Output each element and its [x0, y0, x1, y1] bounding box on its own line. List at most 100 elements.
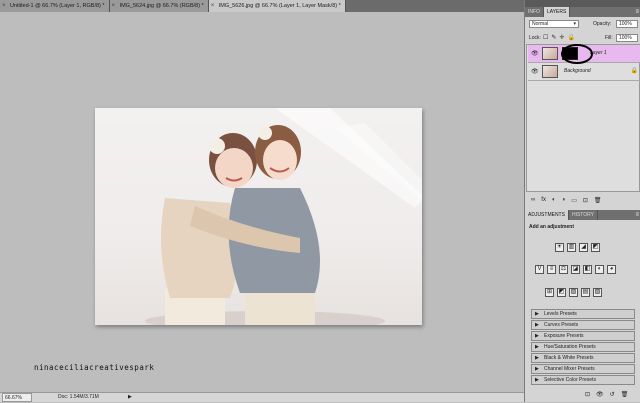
doc-tab-img5626[interactable]: × IMG_5626.jpg @ 66.7% (Layer 1, Layer Ma… — [208, 0, 346, 12]
trash-icon[interactable]: 🗑 — [594, 197, 602, 204]
lock-pixels-icon[interactable]: ✎ — [551, 34, 556, 41]
preset-label: Hue/Saturation Presets — [544, 344, 596, 350]
lock-all-icon[interactable]: 🔒 — [567, 34, 574, 41]
color-balance-icon[interactable]: ⚖ — [559, 265, 568, 274]
tab-layers[interactable]: LAYERS — [543, 7, 571, 17]
new-layer-icon[interactable]: ⊡ — [583, 197, 588, 204]
panel-menu-icon[interactable]: ≡ — [635, 210, 639, 220]
tab-adjustments[interactable]: ADJUSTMENTS — [525, 210, 569, 220]
blend-mode-value: Normal — [532, 21, 549, 27]
fill-label: Fill: — [605, 35, 613, 41]
fill-field[interactable]: 100% — [616, 34, 638, 42]
triangle-right-icon: ▶ — [535, 311, 539, 317]
doc-tab-label: Untitled-1 @ 66.7% (Layer 1, RGB/8) * — [10, 3, 105, 9]
levels-icon[interactable]: ▥ — [567, 243, 576, 252]
adjustments-bottom-bar: ⊡ 👁 ↺ 🗑 — [585, 391, 628, 398]
doc-tab-label: IMG_5624.jpg @ 66.7% (RGB/8) * — [119, 3, 204, 9]
brightness-icon[interactable]: ☀ — [555, 243, 564, 252]
adjustment-icons-row-2: V ≡ ⚖ ◪ ◧ ◐ ◕ — [535, 265, 616, 274]
layers-list: 👁 Layer 1 👁 Background 🔒 — [526, 44, 640, 192]
preset-hue-saturation[interactable]: ▶ Hue/Saturation Presets — [531, 342, 635, 352]
layer-thumbnail — [542, 65, 558, 78]
triangle-right-icon: ▶ — [535, 366, 539, 372]
color-lookup-icon[interactable]: ◕ — [607, 265, 616, 274]
preset-label: Selective Color Presets — [544, 377, 596, 383]
close-icon[interactable]: × — [2, 0, 6, 12]
visibility-icon[interactable]: 👁 — [596, 391, 604, 398]
document-tab-bar: × Untitled-1 @ 66.7% (Layer 1, RGB/8) * ×… — [0, 0, 524, 12]
exposure-icon[interactable]: ◩ — [591, 243, 600, 252]
preset-selective-color[interactable]: ▶ Selective Color Presets — [531, 375, 635, 385]
invert-icon[interactable]: ⊞ — [545, 288, 554, 297]
preset-curves[interactable]: ▶ Curves Presets — [531, 320, 635, 330]
posterize-icon[interactable]: ◩ — [557, 288, 566, 297]
preset-levels[interactable]: ▶ Levels Presets — [531, 309, 635, 319]
preset-label: Black & White Presets — [544, 355, 594, 361]
photo-filter-icon[interactable]: ◧ — [583, 265, 592, 274]
layers-panel-tabs: INFO LAYERS ≡ — [525, 7, 640, 17]
close-icon[interactable]: × — [112, 0, 116, 12]
reset-icon[interactable]: ↺ — [610, 391, 615, 398]
blend-mode-select[interactable]: Normal ▾ — [529, 20, 579, 28]
preset-exposure[interactable]: ▶ Exposure Presets — [531, 331, 635, 341]
link-layers-icon[interactable]: ∞ — [531, 197, 535, 204]
triangle-right-icon: ▶ — [535, 333, 539, 339]
clip-icon[interactable]: ⊡ — [585, 391, 590, 398]
layer-name: Background — [564, 68, 591, 74]
preset-black-white[interactable]: ▶ Black & White Presets — [531, 353, 635, 363]
lock-icons: ☐ ✎ ✛ 🔒 — [543, 34, 575, 41]
gradient-map-icon[interactable]: ▤ — [581, 288, 590, 297]
watermark-text: ninaceciliacreativespark — [34, 363, 155, 372]
vibrance-icon[interactable]: V — [535, 265, 544, 274]
tab-history[interactable]: HISTORY — [569, 210, 598, 220]
triangle-right-icon: ▶ — [535, 377, 539, 383]
status-menu-arrow[interactable]: ▶ — [128, 393, 132, 402]
eye-icon[interactable]: 👁 — [531, 68, 539, 75]
layer-thumbnail — [542, 47, 558, 60]
layers-bottom-bar: ∞ fx ◐ ◑ ▭ ⊡ 🗑 — [531, 197, 602, 204]
triangle-right-icon: ▶ — [535, 322, 539, 328]
lock-position-icon[interactable]: ✛ — [559, 34, 564, 41]
fx-icon[interactable]: fx — [541, 197, 546, 204]
doc-tab-label: IMG_5626.jpg @ 66.7% (Layer 1, Layer Mas… — [218, 3, 341, 9]
trash-icon[interactable]: 🗑 — [621, 391, 629, 398]
lock-icon: 🔒 — [630, 68, 638, 74]
selective-color-icon[interactable]: ▧ — [593, 288, 602, 297]
triangle-right-icon: ▶ — [535, 344, 539, 350]
close-icon[interactable]: × — [211, 0, 215, 12]
lock-label: Lock: — [529, 35, 541, 41]
triangle-right-icon: ▶ — [535, 355, 539, 361]
preset-label: Levels Presets — [544, 311, 577, 317]
new-group-icon[interactable]: ▭ — [571, 197, 577, 204]
layer-name: Layer 1 — [590, 50, 607, 56]
tab-info[interactable]: INFO — [525, 7, 544, 17]
adjustments-heading: Add an adjustment — [529, 224, 575, 230]
threshold-icon[interactable]: ▨ — [569, 288, 578, 297]
channel-mixer-icon[interactable]: ◐ — [595, 265, 604, 274]
photo-image[interactable] — [95, 108, 422, 325]
zoom-level[interactable]: 66.67% — [2, 393, 32, 402]
circle-annotation — [561, 44, 593, 64]
curves-icon[interactable]: ◢ — [579, 243, 588, 252]
adjustment-icons-row-1: ☀ ▥ ◢ ◩ — [555, 243, 600, 252]
adjustment-layer-icon[interactable]: ◑ — [562, 197, 566, 204]
adjustment-icons-row-3: ⊞ ◩ ▨ ▤ ▧ — [545, 288, 602, 297]
layer-row-background[interactable]: 👁 Background 🔒 — [528, 63, 640, 81]
lock-transparency-icon[interactable]: ☐ — [543, 34, 548, 41]
preset-label: Curves Presets — [544, 322, 579, 328]
doc-tab-img5624[interactable]: × IMG_5624.jpg @ 66.7% (RGB/8) * — [109, 0, 209, 12]
canvas-area[interactable]: ninaceciliacreativespark — [0, 12, 524, 392]
panel-menu-icon[interactable]: ≡ — [635, 7, 639, 17]
preset-channel-mixer[interactable]: ▶ Channel Mixer Presets — [531, 364, 635, 374]
chevron-down-icon: ▾ — [573, 21, 576, 27]
photo-illustration — [145, 108, 422, 325]
hue-saturation-icon[interactable]: ≡ — [547, 265, 556, 274]
add-mask-icon[interactable]: ◐ — [552, 197, 556, 204]
doc-tab-untitled[interactable]: × Untitled-1 @ 66.7% (Layer 1, RGB/8) * — [0, 0, 110, 12]
opacity-field[interactable]: 100% — [616, 20, 638, 28]
black-white-icon[interactable]: ◪ — [571, 265, 580, 274]
adjustments-panel-tabs: ADJUSTMENTS HISTORY ≡ — [525, 210, 640, 220]
eye-icon[interactable]: 👁 — [531, 50, 539, 57]
preset-label: Channel Mixer Presets — [544, 366, 595, 372]
layer-row-layer1[interactable]: 👁 Layer 1 — [528, 44, 640, 64]
